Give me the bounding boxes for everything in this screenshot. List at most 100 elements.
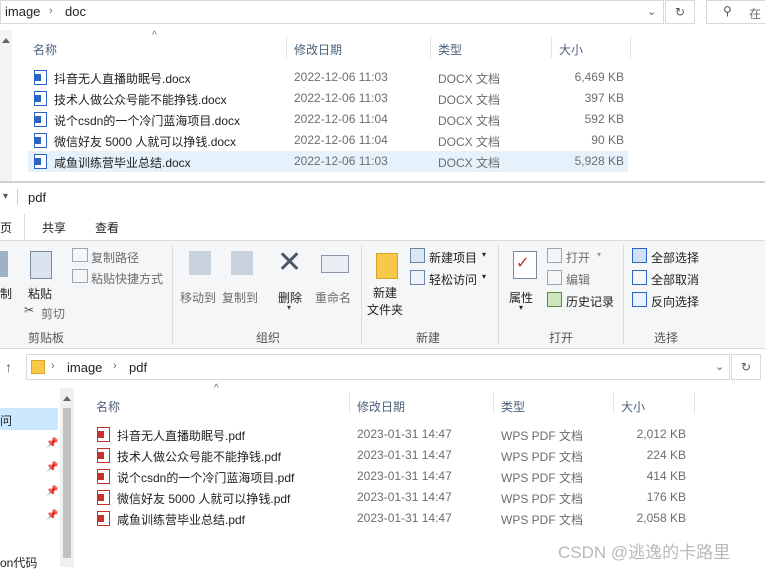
file-type: WPS PDF 文档 [501,471,584,485]
top-col-name[interactable]: 名称 [33,41,57,58]
table-row[interactable]: 微信好友 5000 人就可以挣钱.pdf 2023-01-31 14:47 WP… [90,487,690,508]
up-arrow-icon[interactable]: ↑ [5,359,12,375]
edit-button[interactable]: 编辑 [547,269,619,287]
table-row[interactable]: 技术人做公众号能不能挣钱.pdf 2023-01-31 14:47 WPS PD… [90,445,690,466]
select-none-button[interactable]: 全部取消 [632,269,722,287]
paste-label: 粘贴 [28,287,53,301]
file-size: 414 KB [646,469,686,483]
history-label: 历史记录 [566,295,615,309]
file-size: 2,012 KB [636,427,686,441]
tab-home[interactable]: 页 [0,214,25,240]
top-col-size[interactable]: 大小 [559,41,583,58]
history-button[interactable]: 历史记录 [547,291,623,309]
easy-access-button[interactable]: 轻松访问 ▾ [410,269,496,287]
table-row[interactable]: 说个csdn的一个冷门蓝海项目.docx 2022-12-06 11:04 DO… [28,109,628,130]
divider [613,392,614,414]
organize-group-title: 组织 [256,331,281,345]
pin-icon[interactable]: 📌 [46,486,58,497]
delete-button[interactable]: ✕ 删除 ▾ [273,246,309,312]
chevron-down-icon[interactable]: ⌄ [715,360,724,373]
bottom-breadcrumb-image[interactable]: image [67,360,102,375]
file-modified: 2023-01-31 14:47 [357,511,452,525]
bottom-col-type[interactable]: 类型 [501,398,525,415]
bottom-address-bar[interactable]: › image › pdf ⌄ [26,354,730,380]
new-group-title: 新建 [416,331,441,345]
table-row[interactable]: 技术人做公众号能不能挣钱.docx 2022-12-06 11:03 DOCX … [28,88,628,109]
invert-selection-button[interactable]: 反向选择 [632,291,722,309]
chevron-down-icon: ▾ [519,303,524,312]
invert-selection-icon [632,292,647,307]
open-button[interactable]: 打开 ▾ [547,247,619,265]
top-breadcrumb-image[interactable]: image [5,4,40,19]
copy-path-button[interactable]: 复制路径 [72,247,167,265]
file-name: 说个csdn的一个冷门蓝海项目.pdf [117,471,295,485]
chevron-right-icon: › [113,360,117,372]
properties-button[interactable]: ✓ 属性 ▾ [505,247,545,312]
top-col-type[interactable]: 类型 [438,41,462,58]
move-to-button[interactable]: 移动到 [179,247,219,305]
checkmark-icon: ✓ [516,255,530,272]
new-item-button[interactable]: 新建项目 ▾ [410,247,496,265]
nav-item-label[interactable]: on代码 [0,554,37,571]
refresh-button[interactable]: ↻ [665,0,695,24]
docx-file-icon [34,70,47,85]
refresh-button[interactable]: ↻ [731,354,761,380]
divider [630,36,631,58]
pin-icon[interactable]: 📌 [46,462,58,473]
delete-x-icon: ✕ [277,246,303,279]
scrollbar-thumb[interactable] [63,408,71,558]
file-size: 5,928 KB [574,154,624,168]
tab-view[interactable]: 查看 [95,219,119,236]
docx-file-icon [34,91,47,106]
paste-shortcut-button[interactable]: 粘贴快捷方式 [72,268,170,286]
pin-icon[interactable]: 📌 [46,438,58,449]
top-window: image › doc ⌄ ↻ ⚲ 在 ^ 名称 修改日期 类型 大小 抖音无人… [0,0,765,182]
pdf-file-icon [97,469,110,484]
new-folder-button[interactable]: 新建 文件夹 [366,247,408,319]
file-type: WPS PDF 文档 [501,429,584,443]
file-modified: 2022-12-06 11:04 [294,133,388,147]
file-name: 说个csdn的一个冷门蓝海项目.docx [54,114,241,128]
file-type: WPS PDF 文档 [501,492,584,506]
select-all-button[interactable]: 全部选择 [632,247,722,265]
bottom-breadcrumb-pdf[interactable]: pdf [129,360,147,375]
chevron-down-icon[interactable]: ▾ [3,191,8,202]
table-row[interactable]: 咸鱼训练营毕业总结.pdf 2023-01-31 14:47 WPS PDF 文… [90,508,690,529]
pdf-file-icon [97,490,110,505]
top-search-box[interactable]: ⚲ 在 [706,0,765,24]
table-row[interactable]: 说个csdn的一个冷门蓝海项目.pdf 2023-01-31 14:47 WPS… [90,466,690,487]
top-address-bar[interactable]: image › doc ⌄ [0,0,664,24]
clipboard-icon [30,251,52,279]
clipboard-group-title: 剪贴板 [28,331,65,345]
paste-button[interactable]: 粘贴 [24,247,58,311]
tab-share[interactable]: 共享 [42,219,66,236]
table-row[interactable]: 抖音无人直播助眠号.pdf 2023-01-31 14:47 WPS PDF 文… [90,424,690,445]
chevron-down-icon[interactable]: ⌄ [647,5,656,18]
bottom-col-modified[interactable]: 修改日期 [357,398,405,415]
scroll-up-arrow-icon[interactable] [63,396,71,401]
bottom-col-name[interactable]: 名称 [96,398,120,415]
table-row[interactable]: 微信好友 5000 人就可以挣钱.docx 2022-12-06 11:04 D… [28,130,628,151]
tab-home-label: 页 [0,221,13,235]
select-none-label: 全部取消 [651,273,700,287]
rename-button[interactable]: 重命名 [313,247,357,305]
cut-button[interactable]: ✂ 剪切 [24,303,74,321]
copy-to-button[interactable]: 复制到 [221,247,261,305]
file-type: DOCX 文档 [438,156,501,170]
copy-to-icon [231,251,253,275]
nav-scrollbar[interactable] [60,388,74,567]
file-size: 592 KB [584,112,624,126]
table-row[interactable]: 抖音无人直播助眠号.docx 2022-12-06 11:03 DOCX 文档 … [28,67,628,88]
pin-icon[interactable]: 📌 [46,510,58,521]
top-col-modified[interactable]: 修改日期 [294,41,342,58]
scroll-up-arrow-icon[interactable] [2,38,10,43]
top-breadcrumb-doc[interactable]: doc [65,4,86,19]
chevron-right-icon: › [49,5,53,17]
title-separator [17,189,18,205]
chevron-down-icon: ▾ [482,250,487,259]
nav-item-selected[interactable]: 问 [0,408,58,430]
file-name: 咸鱼训练营毕业总结.docx [54,156,191,170]
table-row-selected[interactable]: 咸鱼训练营毕业总结.docx 2022-12-06 11:03 DOCX 文档 … [28,151,628,172]
cut-partial-label[interactable]: 制 [0,285,12,302]
bottom-col-size[interactable]: 大小 [621,398,645,415]
